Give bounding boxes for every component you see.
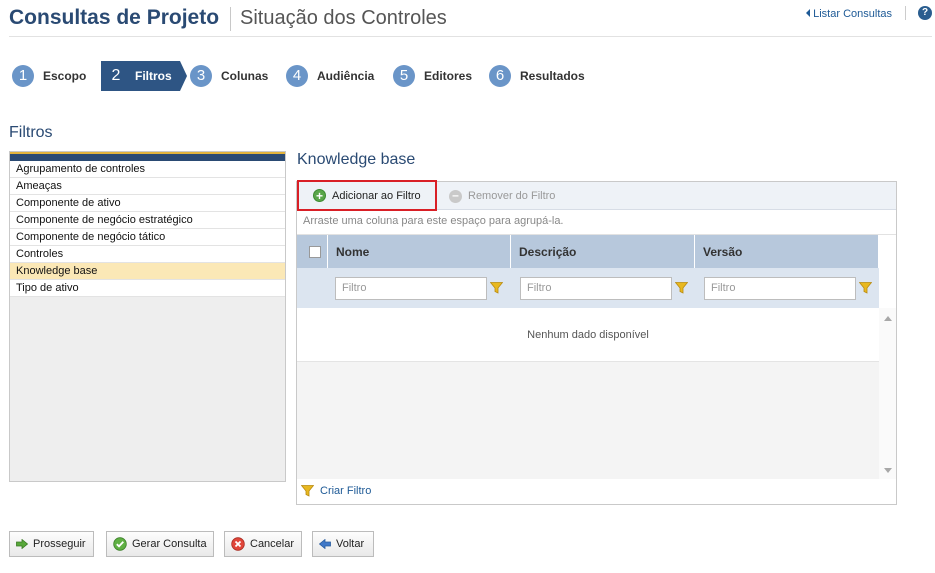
step-number: 4 xyxy=(286,65,308,87)
arrow-right-icon xyxy=(16,539,28,549)
filter-input-descricao[interactable]: Filtro xyxy=(520,276,672,300)
list-queries-label: Listar Consultas xyxy=(813,8,892,20)
list-item[interactable]: Componente de negócio tático xyxy=(10,229,285,246)
column-header-descricao[interactable]: Descrição xyxy=(511,235,695,268)
page-header: Consultas de Projeto Situação dos Contro… xyxy=(9,0,932,37)
create-filter-label: Criar Filtro xyxy=(320,485,372,497)
help-icon[interactable]: ? xyxy=(918,6,932,20)
proceed-button[interactable]: Prosseguir xyxy=(9,531,94,557)
filter-cell-versao: Filtro xyxy=(695,268,879,308)
step-number: 2 xyxy=(111,67,121,84)
filter-input-versao[interactable]: Filtro xyxy=(704,276,856,300)
step-filtros[interactable]: 2 Filtros xyxy=(101,61,187,91)
step-number: 3 xyxy=(190,65,212,87)
column-header-nome[interactable]: Nome xyxy=(328,235,511,268)
step-editores[interactable]: 5 Editores xyxy=(393,61,472,91)
filters-section-title: Filtros xyxy=(9,124,53,141)
grid-title: Knowledge base xyxy=(297,151,416,168)
step-label: Escopo xyxy=(43,69,87,83)
filter-cell-descricao: Filtro xyxy=(511,268,695,308)
add-to-filter-button[interactable]: + Adicionar ao Filtro xyxy=(297,180,437,211)
select-all-checkbox[interactable] xyxy=(309,245,321,258)
group-drop-zone[interactable]: Arraste uma coluna para este espaço para… xyxy=(297,210,896,235)
step-label: Resultados xyxy=(520,69,585,83)
list-queries-link[interactable]: Listar Consultas xyxy=(806,8,892,20)
list-item[interactable]: Tipo de ativo xyxy=(10,280,285,297)
minus-circle-icon: – xyxy=(449,189,462,203)
funnel-icon xyxy=(301,485,314,497)
filter-input-nome[interactable]: Filtro xyxy=(335,276,487,300)
filter-spacer xyxy=(297,268,328,308)
list-item[interactable]: Ameaças xyxy=(10,178,285,195)
generate-query-button[interactable]: Gerar Consulta xyxy=(106,531,214,557)
x-circle-icon xyxy=(231,537,245,551)
chevron-left-icon xyxy=(806,9,811,17)
scroll-down-icon[interactable] xyxy=(884,468,892,473)
remove-from-filter-button[interactable]: – Remover do Filtro xyxy=(449,182,555,210)
no-data-message: Nenhum dado disponível xyxy=(297,308,879,362)
list-item[interactable]: Controles xyxy=(10,246,285,263)
list-item[interactable]: Componente de negócio estratégico xyxy=(10,212,285,229)
back-label: Voltar xyxy=(336,538,365,550)
grid-filter-row: Filtro Filtro Filtro xyxy=(297,268,879,308)
step-label: Filtros xyxy=(135,69,172,83)
grid-toolbar: + Adicionar ao Filtro – Remover do Filtr… xyxy=(297,180,896,211)
step-number: 6 xyxy=(489,65,511,87)
step-escopo[interactable]: 1 Escopo xyxy=(12,61,86,91)
help-divider xyxy=(905,6,906,20)
proceed-label: Prosseguir xyxy=(33,538,86,550)
step-label: Editores xyxy=(424,69,473,83)
step-number: 1 xyxy=(12,65,34,87)
grid-header-row: Nome Descrição Versão xyxy=(297,235,879,268)
grid-empty-area xyxy=(297,362,879,479)
step-number: 5 xyxy=(393,65,415,87)
scroll-up-icon[interactable] xyxy=(884,316,892,321)
page-title: Consultas de Projeto xyxy=(9,6,220,29)
plus-circle-icon: + xyxy=(313,189,326,202)
back-button[interactable]: Voltar xyxy=(312,531,374,557)
filter-cell-nome: Filtro xyxy=(328,268,511,308)
cancel-button[interactable]: Cancelar xyxy=(224,531,302,557)
step-colunas[interactable]: 3 Colunas xyxy=(190,61,268,91)
filter-category-items: Agrupamento de controles Ameaças Compone… xyxy=(10,161,285,297)
create-filter-link[interactable]: Criar Filtro xyxy=(301,485,371,497)
arrow-left-icon xyxy=(319,539,331,549)
check-circle-icon xyxy=(113,537,127,551)
step-resultados[interactable]: 6 Resultados xyxy=(489,61,585,91)
filter-category-list: Agrupamento de controles Ameaças Compone… xyxy=(9,151,286,482)
list-item-selected[interactable]: Knowledge base xyxy=(10,263,285,280)
step-audiencia[interactable]: 4 Audiência xyxy=(286,61,374,91)
funnel-icon[interactable] xyxy=(675,282,688,294)
funnel-icon[interactable] xyxy=(490,282,503,294)
cancel-label: Cancelar xyxy=(250,538,295,550)
add-to-filter-label: Adicionar ao Filtro xyxy=(332,189,421,202)
page-subtitle: Situação dos Controles xyxy=(240,7,447,29)
list-item[interactable]: Componente de ativo xyxy=(10,195,285,212)
knowledge-base-grid: + Adicionar ao Filtro – Remover do Filtr… xyxy=(296,180,897,505)
list-item[interactable]: Agrupamento de controles xyxy=(10,161,285,178)
list-header-bar xyxy=(10,152,285,161)
vertical-scrollbar[interactable] xyxy=(879,308,896,479)
generate-query-label: Gerar Consulta xyxy=(132,538,207,550)
title-divider xyxy=(230,7,231,31)
select-all-cell xyxy=(297,235,328,268)
column-header-versao[interactable]: Versão xyxy=(695,235,879,268)
funnel-icon[interactable] xyxy=(859,282,872,294)
remove-from-filter-label: Remover do Filtro xyxy=(468,190,556,202)
step-label: Audiência xyxy=(317,69,375,83)
step-label: Colunas xyxy=(221,69,269,83)
